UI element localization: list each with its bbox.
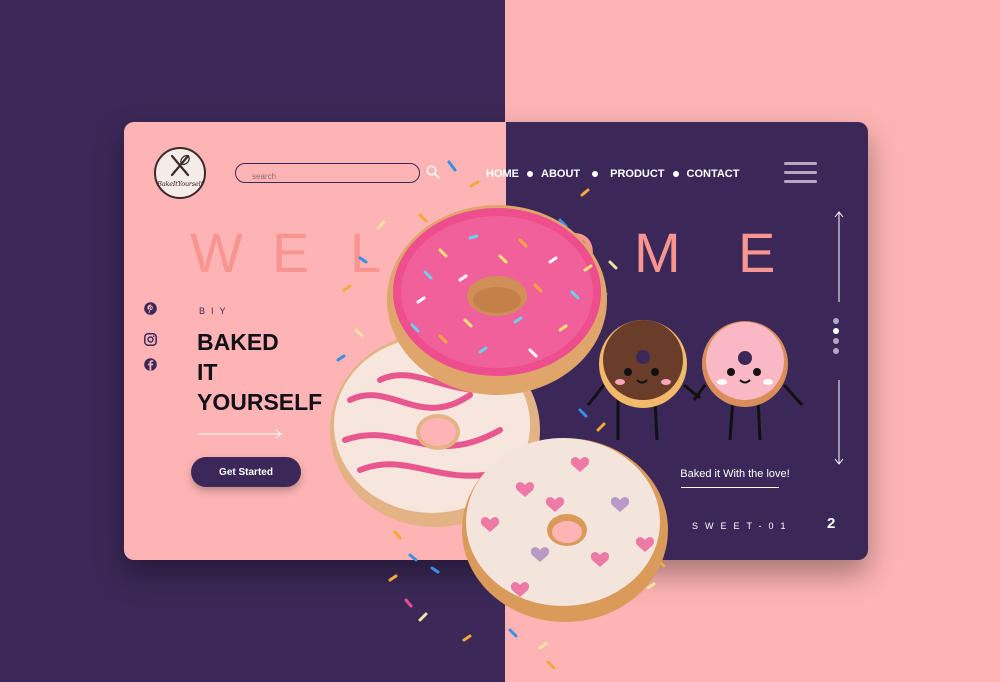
nav-item-about[interactable]: ABOUT bbox=[541, 168, 580, 180]
welcome-letter: M bbox=[634, 221, 681, 284]
scroll-down-arrow-icon[interactable] bbox=[834, 380, 844, 466]
card-right-panel bbox=[506, 122, 868, 560]
hamburger-menu-icon[interactable] bbox=[784, 162, 817, 184]
facebook-icon[interactable] bbox=[144, 358, 157, 371]
brand-logo[interactable]: BakeItYourself bbox=[154, 147, 206, 199]
pinterest-icon[interactable] bbox=[144, 302, 157, 315]
main-nav: HOME ABOUT PRODUCT CONTACT bbox=[486, 167, 739, 181]
hero-headline: BAKED IT YOURSELF bbox=[197, 327, 322, 417]
nav-separator-dot bbox=[672, 171, 679, 177]
slider-dot[interactable] bbox=[833, 338, 839, 344]
search-icon[interactable] bbox=[426, 165, 440, 179]
welcome-letter: E bbox=[738, 221, 776, 284]
nav-item-product[interactable]: PRODUCT bbox=[610, 168, 664, 180]
nav-separator-dot bbox=[592, 171, 599, 177]
logo-wordmark: BakeItYourself bbox=[157, 180, 203, 188]
headline-line: IT bbox=[197, 359, 218, 385]
headline-line: YOURSELF bbox=[197, 389, 323, 415]
search-box[interactable] bbox=[235, 163, 420, 185]
search-input[interactable] bbox=[252, 168, 402, 185]
slider-dots bbox=[833, 318, 839, 358]
slide-label: SWEET-01 bbox=[692, 521, 793, 531]
welcome-letter: L bbox=[350, 221, 382, 284]
welcome-letter: W bbox=[190, 221, 243, 284]
nav-item-home[interactable]: HOME bbox=[486, 168, 519, 180]
welcome-heading: W E L C O M E bbox=[190, 220, 790, 290]
slider-dot-active[interactable] bbox=[833, 328, 839, 334]
welcome-letter: E bbox=[272, 221, 310, 284]
slide-number: 2 bbox=[827, 515, 836, 532]
instagram-icon[interactable] bbox=[144, 333, 157, 346]
tagline-underline bbox=[681, 487, 779, 488]
welcome-letter: C bbox=[462, 221, 503, 284]
nav-separator-dot bbox=[527, 171, 533, 177]
headline-line: BAKED bbox=[197, 329, 279, 355]
arrow-right-icon bbox=[198, 429, 282, 439]
slider-dot[interactable] bbox=[833, 348, 839, 354]
welcome-letter: O bbox=[552, 221, 596, 284]
slider-dot[interactable] bbox=[833, 318, 839, 324]
nav-item-contact[interactable]: CONTACT bbox=[687, 168, 740, 180]
scroll-up-arrow-icon[interactable] bbox=[834, 210, 844, 302]
whisk-rolling-pin-icon bbox=[170, 154, 190, 177]
get-started-button[interactable]: Get Started bbox=[191, 457, 301, 487]
hero-kicker: BIY bbox=[199, 306, 232, 316]
landing-card: BakeItYourself HOME ABOUT PRODUCT CONTAC… bbox=[124, 122, 868, 560]
tagline: Baked it With the love! bbox=[680, 468, 790, 480]
